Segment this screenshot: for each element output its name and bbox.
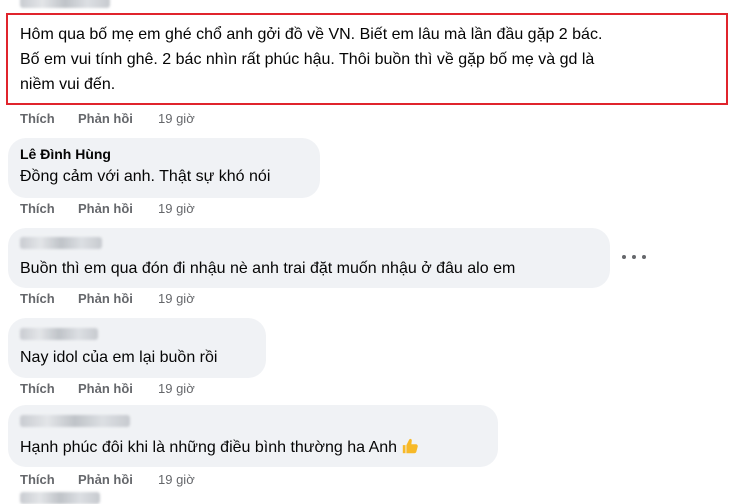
reply-button[interactable]: Phản hồi [78,472,133,487]
like-button[interactable]: Thích [20,381,55,396]
like-button[interactable]: Thích [20,111,55,126]
comment-text: niềm vui đến. [20,76,116,93]
comment-text: Nay idol của em lại buồn rồi [20,349,218,366]
comment-author[interactable]: Lê Đình Hùng [20,146,111,162]
blurred-author-name [20,415,130,427]
comment-text: Bố em vui tính ghê. 2 bác nhìn rất phúc … [20,51,595,68]
comment-text: Hạnh phúc đôi khi là những điều bình thư… [20,437,419,459]
like-button[interactable]: Thích [20,472,55,487]
blurred-author-name [20,237,102,249]
blurred-author-name [20,328,98,340]
reply-button[interactable]: Phản hồi [78,111,133,126]
timestamp[interactable]: 19 giờ [158,111,195,126]
timestamp[interactable]: 19 giờ [158,291,195,306]
thumbs-up-icon [402,438,418,454]
more-options-icon[interactable] [622,250,646,264]
reply-button[interactable]: Phản hồi [78,201,133,216]
comment-text: Buồn thì em qua đón đi nhậu nè anh trai … [20,260,516,277]
comment-bubble: Buồn thì em qua đón đi nhậu nè anh trai … [8,228,610,288]
blurred-author-name [20,0,110,8]
comment-bubble: Hạnh phúc đôi khi là những điều bình thư… [8,405,498,467]
comment-text-content: Hạnh phúc đôi khi là những điều bình thư… [20,439,398,456]
comment-text: Đồng cảm với anh. Thật sự khó nói [20,168,271,185]
timestamp[interactable]: 19 giờ [158,201,195,216]
comment-text: Hôm qua bố mẹ em ghé chổ anh gởi đồ về V… [20,26,603,43]
timestamp[interactable]: 19 giờ [158,472,195,487]
timestamp[interactable]: 19 giờ [158,381,195,396]
reply-button[interactable]: Phản hồi [78,381,133,396]
blurred-author-name [20,492,100,504]
like-button[interactable]: Thích [20,291,55,306]
reply-button[interactable]: Phản hồi [78,291,133,306]
comment-bubble: Lê Đình Hùng Đồng cảm với anh. Thật sự k… [8,138,320,198]
like-button[interactable]: Thích [20,201,55,216]
comment-bubble: Nay idol của em lại buồn rồi [8,318,266,378]
